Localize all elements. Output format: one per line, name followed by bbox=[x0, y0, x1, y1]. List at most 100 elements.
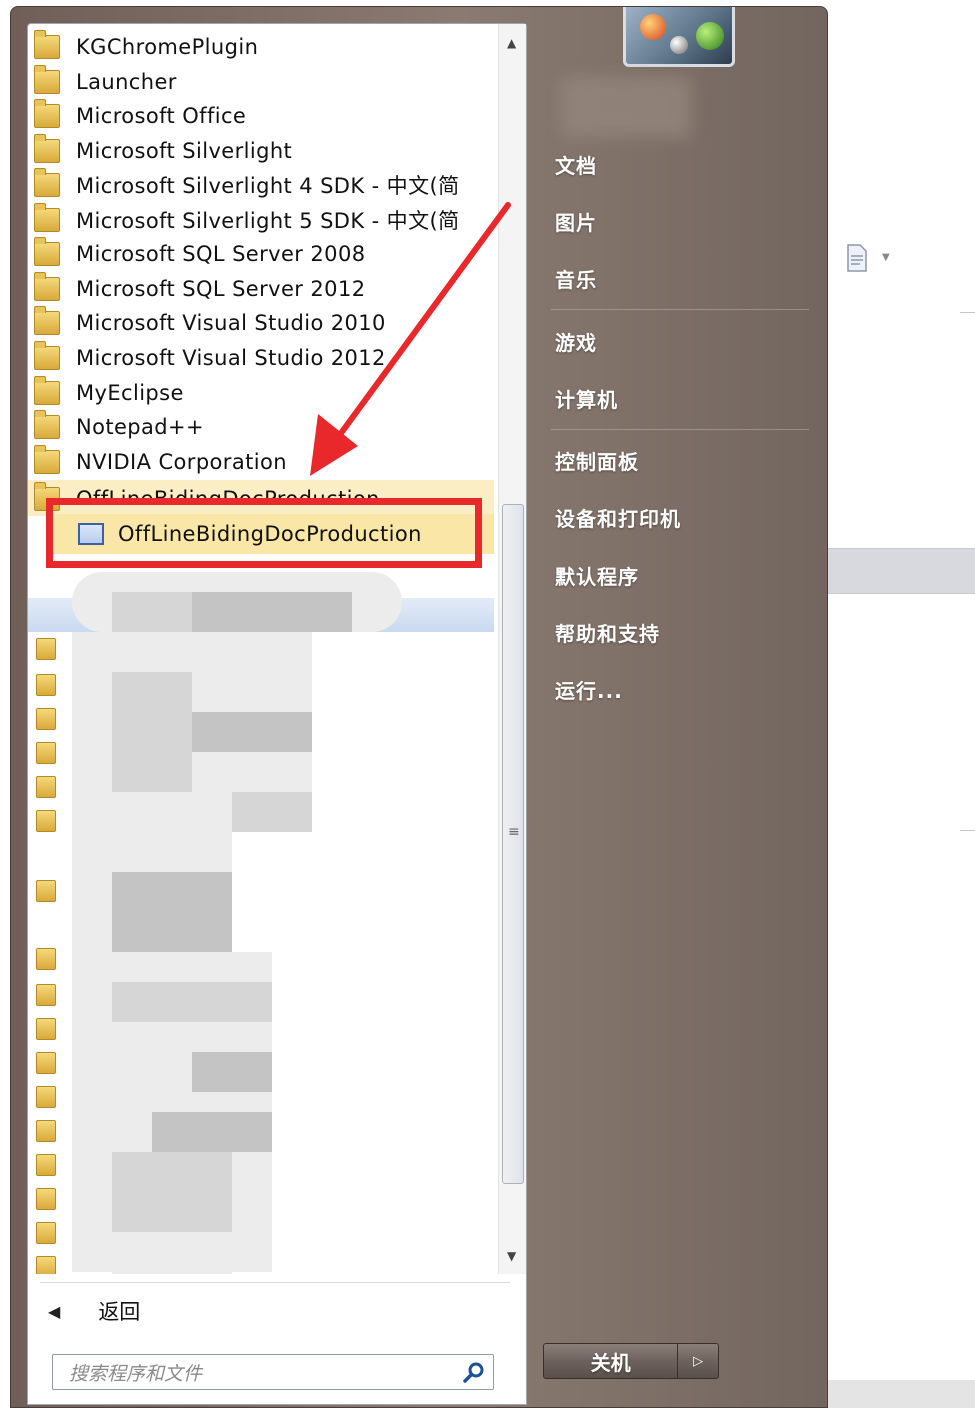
folder-icon bbox=[34, 168, 60, 197]
menu-item-label: 音乐 bbox=[555, 267, 597, 292]
user-picture[interactable] bbox=[623, 7, 735, 67]
menu-item-label: 帮助和支持 bbox=[555, 621, 660, 646]
document-icon[interactable] bbox=[846, 244, 868, 272]
menu-item-default-programs[interactable]: 默认程序 bbox=[555, 555, 639, 595]
back-label: 返回 bbox=[98, 1300, 141, 1324]
folder-icon bbox=[36, 638, 56, 660]
folder-icon bbox=[36, 776, 56, 798]
grip-icon: ≡ bbox=[508, 824, 520, 840]
folder-icon bbox=[34, 30, 60, 59]
folder-icon bbox=[36, 948, 56, 970]
list-item[interactable]: Microsoft Silverlight 5 SDK - 中文(简 bbox=[34, 203, 494, 237]
dropdown-caret-icon[interactable]: ▼ bbox=[882, 252, 890, 263]
folder-icon bbox=[36, 984, 56, 1006]
list-item[interactable]: Microsoft Silverlight bbox=[34, 134, 494, 168]
pixelated-region bbox=[72, 572, 452, 1274]
menu-item-games[interactable]: 游戏 bbox=[555, 321, 597, 361]
folder-icon bbox=[34, 237, 60, 266]
search-icon[interactable] bbox=[463, 1361, 485, 1383]
folder-icon bbox=[34, 272, 60, 301]
background-toolbar-band bbox=[828, 548, 975, 594]
list-item-label: Microsoft Visual Studio 2010 bbox=[76, 311, 386, 335]
menu-item-label: 控制面板 bbox=[555, 449, 639, 474]
programs-pane: KGChromePlugin Launcher Microsoft Office… bbox=[27, 23, 527, 1405]
list-item-label: Microsoft Office bbox=[76, 104, 247, 128]
divider bbox=[551, 309, 809, 310]
folder-icon bbox=[34, 134, 60, 163]
list-item[interactable]: Microsoft Office bbox=[34, 99, 494, 133]
menu-item-label: 设备和打印机 bbox=[555, 506, 681, 531]
folder-icon bbox=[36, 708, 56, 730]
folder-icon bbox=[36, 1256, 56, 1274]
scrollbar-thumb[interactable]: ≡ bbox=[502, 504, 524, 1184]
list-item[interactable]: Microsoft Visual Studio 2010 bbox=[34, 306, 494, 340]
folder-icon bbox=[34, 306, 60, 335]
folder-icon bbox=[36, 1188, 56, 1210]
menu-item-music[interactable]: 音乐 bbox=[555, 258, 597, 298]
all-programs-list: KGChromePlugin Launcher Microsoft Office… bbox=[28, 24, 496, 1274]
scrollbar[interactable]: ▲ ≡ ▼ bbox=[498, 24, 526, 1274]
search-input[interactable]: 搜索程序和文件 bbox=[52, 1354, 494, 1390]
back-arrow-icon: ◀ bbox=[48, 1301, 61, 1321]
list-item[interactable]: Microsoft SQL Server 2008 bbox=[34, 237, 494, 271]
list-item-label: Microsoft Visual Studio 2012 bbox=[76, 346, 386, 370]
list-item[interactable]: Microsoft SQL Server 2012 bbox=[34, 272, 494, 306]
menu-item-devices-printers[interactable]: 设备和打印机 bbox=[555, 497, 681, 537]
list-item-label: MyEclipse bbox=[76, 381, 184, 405]
list-item[interactable]: Notepad++ bbox=[34, 410, 494, 444]
menu-item-label: 默认程序 bbox=[555, 564, 639, 589]
start-menu: KGChromePlugin Launcher Microsoft Office… bbox=[10, 6, 828, 1408]
highlight-box bbox=[46, 498, 482, 568]
list-item-label: Microsoft Silverlight bbox=[76, 139, 293, 163]
scroll-down-arrow-icon[interactable]: ▼ bbox=[507, 1249, 516, 1263]
list-item[interactable]: NVIDIA Corporation bbox=[34, 445, 494, 479]
menu-item-computer[interactable]: 计算机 bbox=[555, 378, 618, 418]
scroll-up-arrow-icon[interactable]: ▲ bbox=[507, 36, 516, 50]
list-item-label: KGChromePlugin bbox=[76, 35, 259, 59]
list-item[interactable]: KGChromePlugin bbox=[34, 30, 494, 64]
divider bbox=[551, 429, 809, 430]
folder-icon bbox=[36, 1052, 56, 1074]
list-item-label: NVIDIA Corporation bbox=[76, 450, 287, 474]
menu-item-label: 图片 bbox=[555, 210, 597, 235]
folder-icon bbox=[36, 674, 56, 696]
list-item-label: Launcher bbox=[76, 70, 177, 94]
folder-icon bbox=[34, 99, 60, 128]
list-item[interactable]: Microsoft Silverlight 4 SDK - 中文(简 bbox=[34, 168, 494, 202]
folder-icon bbox=[36, 1154, 56, 1176]
folder-icon bbox=[36, 810, 56, 832]
blurred-username bbox=[561, 77, 691, 137]
menu-item-label: 文档 bbox=[555, 153, 597, 178]
folder-icon bbox=[34, 203, 60, 232]
folder-icon bbox=[34, 445, 60, 474]
list-item[interactable]: Microsoft Visual Studio 2012 bbox=[34, 341, 494, 375]
list-item-label: Microsoft SQL Server 2008 bbox=[76, 242, 366, 266]
folder-icon bbox=[36, 880, 56, 902]
folder-icon bbox=[36, 1018, 56, 1040]
folder-icon bbox=[36, 1120, 56, 1142]
menu-item-label: 游戏 bbox=[555, 330, 597, 355]
list-item-label: Microsoft SQL Server 2012 bbox=[76, 277, 366, 301]
background-divider bbox=[960, 312, 975, 313]
folder-icon bbox=[34, 376, 60, 405]
menu-item-documents[interactable]: 文档 bbox=[555, 144, 597, 184]
background-window bbox=[828, 0, 975, 1408]
menu-item-help-support[interactable]: 帮助和支持 bbox=[555, 612, 660, 652]
list-item-label: Microsoft Silverlight 5 SDK - 中文(简 bbox=[76, 209, 460, 233]
folder-icon bbox=[34, 410, 60, 439]
shutdown-label: 关机 bbox=[590, 1350, 631, 1375]
menu-item-label: 运行... bbox=[555, 678, 623, 703]
folder-icon bbox=[34, 65, 60, 94]
folder-icon bbox=[36, 742, 56, 764]
back-button[interactable]: ◀ 返回 bbox=[48, 1294, 140, 1328]
menu-item-run[interactable]: 运行... bbox=[555, 669, 623, 709]
folder-icon bbox=[36, 1086, 56, 1108]
list-item-label: Notepad++ bbox=[76, 415, 205, 439]
shutdown-options-icon[interactable]: ▷ bbox=[678, 1354, 718, 1369]
list-item[interactable]: Launcher bbox=[34, 65, 494, 99]
folder-icon bbox=[36, 1222, 56, 1244]
menu-item-pictures[interactable]: 图片 bbox=[555, 201, 597, 241]
shutdown-button[interactable]: 关机 ▷ bbox=[543, 1343, 719, 1379]
list-item[interactable]: MyEclipse bbox=[34, 376, 494, 410]
menu-item-control-panel[interactable]: 控制面板 bbox=[555, 440, 639, 480]
